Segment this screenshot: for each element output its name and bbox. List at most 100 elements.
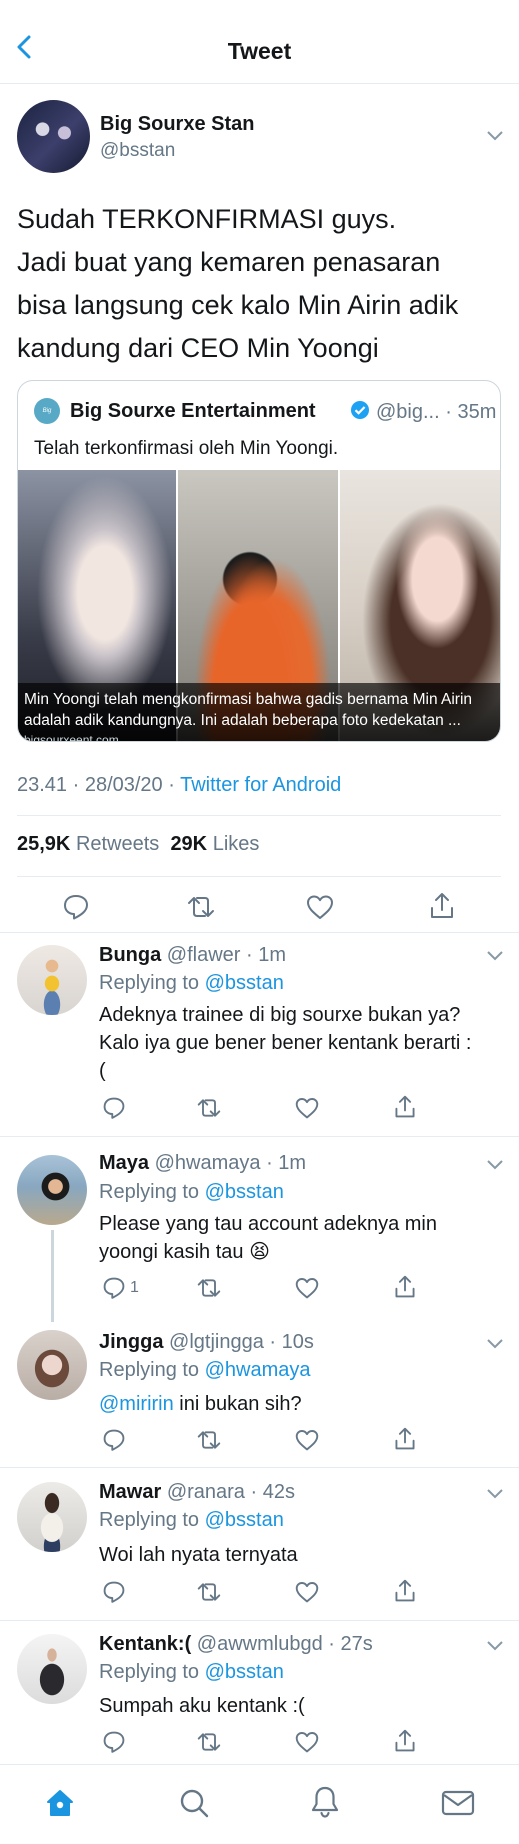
bottom-nav bbox=[0, 1764, 519, 1844]
reply-icon[interactable] bbox=[102, 1428, 126, 1452]
bell-icon[interactable] bbox=[309, 1785, 341, 1819]
heart-icon[interactable] bbox=[294, 1096, 320, 1120]
top-bar: Tweet bbox=[0, 0, 519, 84]
mail-icon[interactable] bbox=[441, 1789, 475, 1817]
reply-avatar[interactable] bbox=[17, 945, 87, 1015]
divider bbox=[0, 1136, 519, 1137]
link-card-image[interactable]: Min Yoongi telah mengkonfirmasi bahwa ga… bbox=[18, 470, 500, 741]
reply-author-name[interactable]: Maya bbox=[99, 1152, 149, 1174]
reply-text-line: ( bbox=[99, 1060, 106, 1082]
author-handle[interactable]: @bsstan bbox=[100, 140, 175, 162]
reply-header: Mawar @ranara · 42s bbox=[99, 1481, 295, 1504]
engagement-stats: 25,9K Retweets 29K Likes bbox=[17, 833, 259, 856]
reply-text: Sumpah aku kentank :( bbox=[99, 1695, 305, 1717]
chevron-down-icon[interactable] bbox=[486, 1159, 504, 1171]
home-icon[interactable] bbox=[44, 1787, 76, 1819]
replying-label: Replying to bbox=[99, 1359, 200, 1381]
quoted-author-name: Big Sourxe Entertainment bbox=[70, 400, 316, 422]
retweet-icon[interactable] bbox=[196, 1276, 222, 1300]
tweet-text: Sudah TERKONFIRMASI guys. Jadi buat yang… bbox=[17, 198, 507, 370]
likes-label[interactable]: Likes bbox=[213, 833, 260, 855]
reply-icon[interactable] bbox=[62, 893, 90, 921]
heart-icon[interactable] bbox=[294, 1580, 320, 1604]
quoted-tweet[interactable]: Big Sourxe Big Sourxe Entertainment @big… bbox=[17, 380, 501, 742]
author-avatar[interactable] bbox=[17, 100, 90, 173]
replying-to-handle[interactable]: @bsstan bbox=[205, 972, 284, 994]
chevron-down-icon[interactable] bbox=[486, 1338, 504, 1350]
divider bbox=[17, 815, 501, 816]
reply-text: Please yang tau account adeknya min yoon… bbox=[99, 1210, 499, 1266]
reply-time: · 27s bbox=[328, 1633, 373, 1655]
author-name[interactable]: Big Sourxe Stan bbox=[100, 113, 254, 136]
mention-link[interactable]: @miririn bbox=[99, 1393, 174, 1415]
retweet-icon[interactable] bbox=[196, 1096, 222, 1120]
share-icon[interactable] bbox=[393, 1578, 417, 1604]
share-icon[interactable] bbox=[393, 1426, 417, 1452]
reply-icon[interactable] bbox=[102, 1730, 126, 1754]
reply-avatar[interactable] bbox=[17, 1330, 87, 1400]
reply-action-bar bbox=[0, 1426, 519, 1458]
heart-icon[interactable] bbox=[294, 1428, 320, 1452]
search-icon[interactable] bbox=[178, 1787, 210, 1819]
link-card-caption: Min Yoongi telah mengkonfirmasi bahwa ga… bbox=[18, 683, 500, 741]
caption-line: adalah adik kandungnya. Ini adalah beber… bbox=[24, 712, 461, 729]
replying-to: Replying to @bsstan bbox=[99, 1181, 284, 1204]
reply-author-name[interactable]: Bunga bbox=[99, 944, 161, 966]
reply-avatar[interactable] bbox=[17, 1634, 87, 1704]
replying-label: Replying to bbox=[99, 1509, 200, 1531]
reply-icon[interactable] bbox=[102, 1580, 126, 1604]
share-icon[interactable] bbox=[393, 1728, 417, 1754]
replying-to-handle[interactable]: @hwamaya bbox=[205, 1359, 311, 1381]
source-link[interactable]: Twitter for Android bbox=[180, 774, 341, 796]
chevron-down-icon[interactable] bbox=[486, 1640, 504, 1652]
reply-text-line: yoongi kasih tau 😫 bbox=[99, 1241, 270, 1263]
reply-text-line: Adeknya trainee di big sourxe bukan ya? bbox=[99, 1004, 461, 1026]
reply-author-handle[interactable]: @lgtjingga bbox=[169, 1331, 264, 1353]
tweet-action-bar bbox=[0, 885, 519, 925]
reply-icon[interactable] bbox=[102, 1276, 126, 1300]
reply-author-name[interactable]: Jingga bbox=[99, 1331, 163, 1353]
tweet-text-line: kandung dari CEO Min Yoongi bbox=[17, 333, 379, 363]
reply-author-name[interactable]: Kentank:( bbox=[99, 1633, 191, 1655]
replying-to-handle[interactable]: @bsstan bbox=[205, 1181, 284, 1203]
reply-avatar[interactable] bbox=[17, 1482, 87, 1552]
quoted-meta: @big... · 35m bbox=[376, 401, 496, 424]
chevron-down-icon[interactable] bbox=[486, 1488, 504, 1500]
share-icon[interactable] bbox=[393, 1274, 417, 1300]
chevron-down-icon[interactable] bbox=[486, 950, 504, 962]
reply-action-bar bbox=[0, 1578, 519, 1610]
likes-count[interactable]: 29K bbox=[170, 833, 207, 855]
tweet-text-line: Jadi buat yang kemaren penasaran bbox=[17, 247, 441, 277]
heart-icon[interactable] bbox=[294, 1730, 320, 1754]
retweet-icon[interactable] bbox=[186, 893, 216, 921]
reply-author-handle[interactable]: @awwmlubgd bbox=[197, 1633, 323, 1655]
reply-text: @miririn ini bukan sih? bbox=[99, 1390, 499, 1418]
heart-icon[interactable] bbox=[305, 893, 335, 921]
retweets-label[interactable]: Retweets bbox=[76, 833, 159, 855]
reply-author-handle[interactable]: @hwamaya bbox=[155, 1152, 261, 1174]
retweet-icon[interactable] bbox=[196, 1580, 222, 1604]
reply-time: · 10s bbox=[269, 1331, 314, 1353]
replying-to-handle[interactable]: @bsstan bbox=[205, 1509, 284, 1531]
reply-header: Bunga @flawer · 1m bbox=[99, 944, 286, 967]
share-icon[interactable] bbox=[428, 891, 456, 921]
reply-author-handle[interactable]: @ranara bbox=[167, 1481, 245, 1503]
replying-to-handle[interactable]: @bsstan bbox=[205, 1661, 284, 1683]
share-icon[interactable] bbox=[393, 1094, 417, 1120]
reply-text-line: Kalo iya gue bener bener kentank berarti… bbox=[99, 1032, 472, 1054]
reply-action-bar bbox=[0, 1094, 519, 1126]
reply-author-name[interactable]: Mawar bbox=[99, 1481, 161, 1503]
caption-line: Min Yoongi telah mengkonfirmasi bahwa ga… bbox=[24, 691, 473, 708]
divider bbox=[0, 1620, 519, 1621]
reply-icon[interactable] bbox=[102, 1096, 126, 1120]
reply-author-handle[interactable]: @flawer bbox=[167, 944, 241, 966]
chevron-down-icon[interactable] bbox=[486, 130, 504, 142]
retweet-icon[interactable] bbox=[196, 1428, 222, 1452]
retweets-count[interactable]: 25,9K bbox=[17, 833, 70, 855]
reply-action-bar bbox=[0, 1728, 519, 1760]
quoted-author-avatar[interactable]: Big Sourxe bbox=[34, 398, 60, 440]
timestamp-text: 23.41 · 28/03/20 · bbox=[17, 774, 175, 796]
heart-icon[interactable] bbox=[294, 1276, 320, 1300]
retweet-icon[interactable] bbox=[196, 1730, 222, 1754]
reply-avatar[interactable] bbox=[17, 1155, 87, 1225]
